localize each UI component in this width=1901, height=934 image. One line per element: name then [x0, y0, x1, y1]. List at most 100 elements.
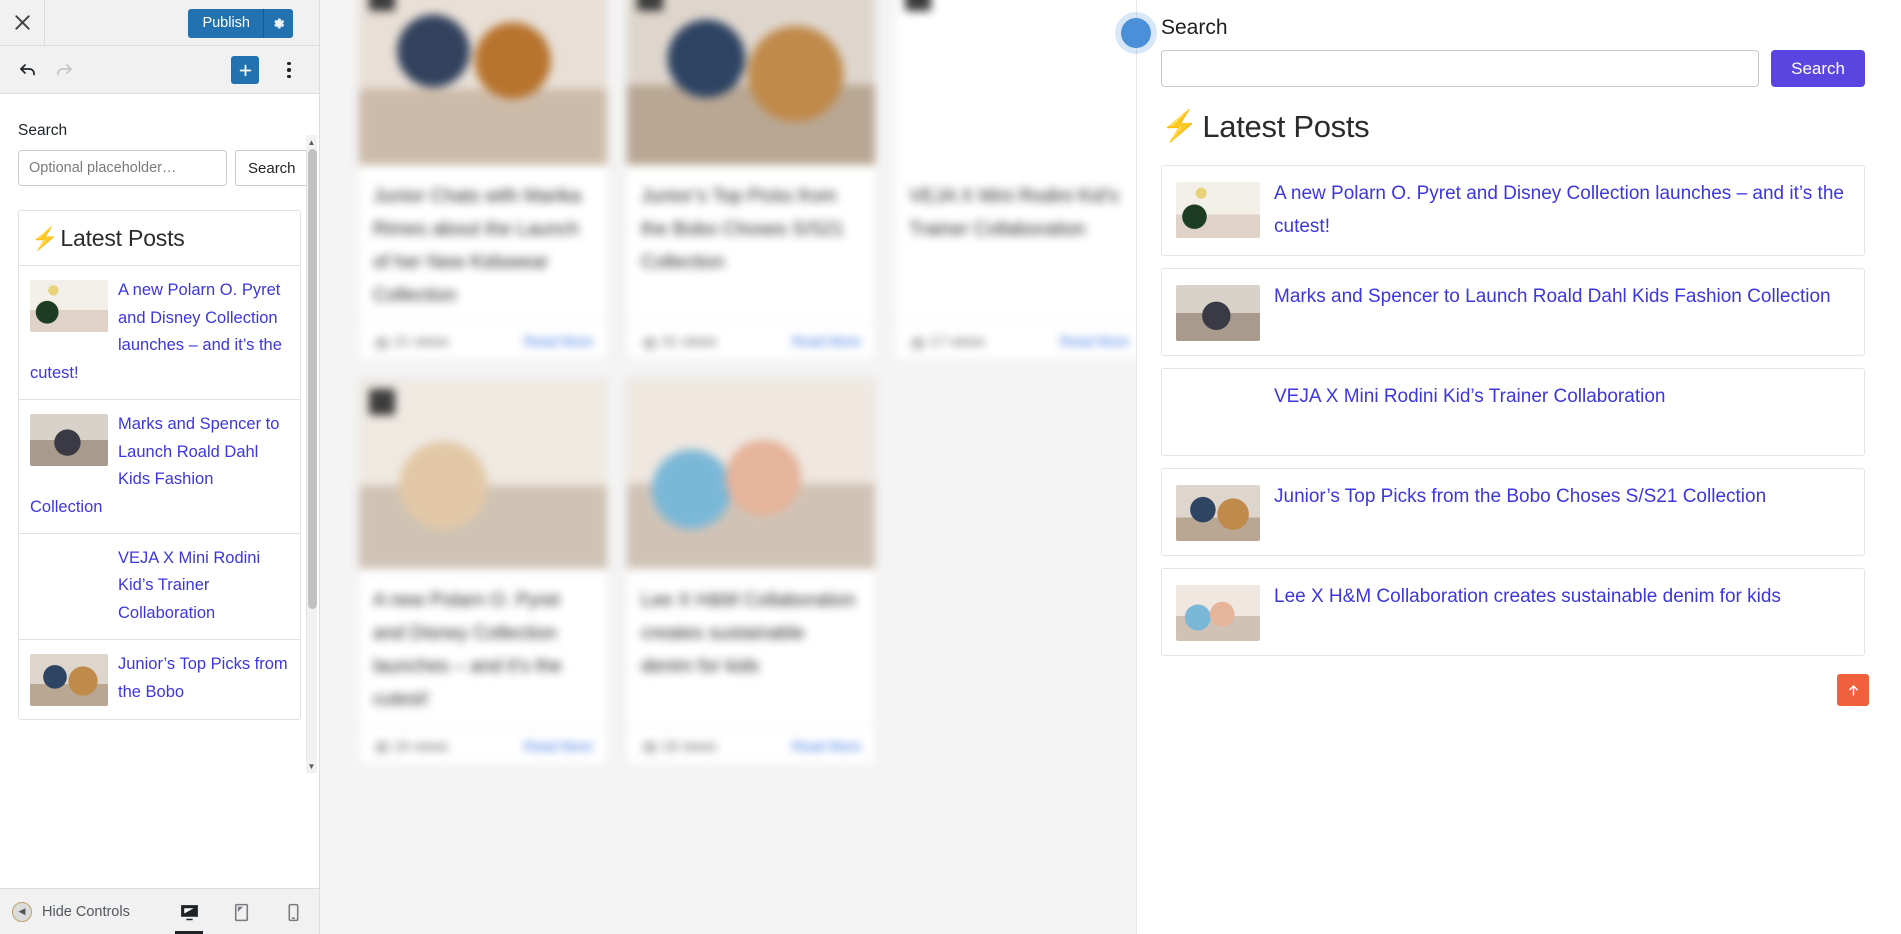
list-item[interactable]: Marks and Spencer to Launch Roald Dahl K…	[19, 400, 300, 534]
post-card-title: VEJA X Mini Rodini Kid’s Trainer Collabo…	[909, 186, 1119, 240]
post-thumbnail	[1176, 385, 1260, 441]
preview-search-input[interactable]	[1161, 50, 1760, 87]
customizer-app: Publish Search Optional placeholder… Sea…	[0, 0, 1901, 934]
search-widget-row: Search	[18, 150, 309, 186]
customizer-footer: ◀ Hide Controls	[0, 888, 319, 934]
post-link[interactable]: Junior’s Top Picks from the Bobo Choses …	[1274, 486, 1766, 507]
post-card-views: 👁 21 views	[373, 333, 449, 352]
list-item[interactable]: Junior’s Top Picks from the Bobo Choses …	[1161, 468, 1865, 557]
views-count: 21 views	[394, 333, 449, 350]
widget-preview-panel: Search Search ⚡ Latest Posts A new Polar…	[1121, 0, 1901, 934]
post-card-footer: 👁 24 views Read More	[359, 726, 607, 764]
post-card-views: 👁 31 views	[641, 333, 716, 352]
latest-posts-title: Latest Posts	[60, 225, 185, 251]
post-card-grid: Junior Chats with Marika Rimes about the…	[358, 0, 1136, 765]
customizer-panel: Publish Search Optional placeholder… Sea…	[0, 0, 320, 934]
device-desktop-button[interactable]	[173, 889, 205, 934]
sidebar-scrollbar-thumb[interactable]	[308, 149, 317, 609]
list-item[interactable]: A new Polarn O. Pyret and Disney Collect…	[1161, 165, 1865, 257]
customizer-toolbar	[0, 46, 319, 94]
post-card-badge	[369, 0, 395, 11]
preview-search-button[interactable]: Search	[1771, 50, 1865, 87]
kebab-menu-icon[interactable]	[277, 57, 301, 83]
list-item[interactable]: Junior’s Top Picks from the Bobo	[19, 640, 300, 719]
latest-posts-header: ⚡ Latest Posts	[19, 211, 300, 266]
gear-icon[interactable]	[263, 9, 293, 38]
list-item[interactable]: VEJA X Mini Rodini Kid’s Trainer Collabo…	[1161, 368, 1865, 457]
publish-button[interactable]: Publish	[188, 9, 263, 38]
post-thumbnail	[30, 548, 108, 600]
preview-latest-posts-list: A new Polarn O. Pyret and Disney Collect…	[1161, 165, 1865, 657]
add-block-button[interactable]	[231, 56, 259, 84]
read-more-link[interactable]: Read More	[524, 738, 593, 754]
post-card-badge	[637, 0, 663, 11]
close-icon[interactable]	[0, 0, 45, 45]
redo-icon[interactable]	[46, 52, 82, 88]
post-link[interactable]: Marks and Spencer to Launch Roald Dahl K…	[1274, 286, 1831, 307]
read-more-link[interactable]: Read More	[792, 333, 861, 349]
read-more-link[interactable]: Read More	[524, 333, 593, 349]
post-card[interactable]: Lee X H&M Collaboration creates sustaina…	[626, 378, 876, 765]
hide-controls-label: Hide Controls	[42, 903, 130, 920]
lightning-bolt-icon: ⚡	[1161, 110, 1199, 143]
post-card-image	[627, 0, 875, 165]
list-item[interactable]: Marks and Spencer to Launch Roald Dahl K…	[1161, 268, 1865, 357]
read-more-link[interactable]: Read More	[1060, 333, 1129, 349]
publish-group: Publish	[188, 9, 293, 38]
read-more-link[interactable]: Read More	[792, 738, 861, 754]
eye-icon: 👁	[373, 335, 391, 352]
scrollbar-up-arrow[interactable]: ▲	[306, 135, 317, 149]
post-card-title: Junior’s Top Picks from the Bobo Choses …	[641, 186, 844, 273]
post-card-views: 👁 24 views	[373, 738, 448, 757]
post-card[interactable]: Junior’s Top Picks from the Bobo Choses …	[626, 0, 876, 361]
eye-icon: 👁	[641, 740, 659, 757]
scroll-to-top-button[interactable]	[1837, 674, 1869, 706]
latest-posts-widget: ⚡ Latest Posts A new Polarn O. Pyret and…	[18, 210, 301, 720]
post-link[interactable]: Lee X H&M Collaboration creates sustaina…	[1274, 586, 1781, 607]
list-item[interactable]: A new Polarn O. Pyret and Disney Collect…	[19, 266, 300, 400]
list-item[interactable]: Lee X H&M Collaboration creates sustaina…	[1161, 568, 1865, 657]
undo-icon[interactable]	[10, 52, 46, 88]
post-card-footer: 👁 17 views Read More	[895, 322, 1136, 359]
post-card-badge	[369, 389, 395, 416]
post-card-footer: 👁 21 views Read More	[359, 322, 607, 359]
post-card[interactable]: Junior Chats with Marika Rimes about the…	[358, 0, 608, 361]
device-mobile-button[interactable]	[277, 889, 309, 934]
post-card-badge	[905, 0, 931, 11]
post-link[interactable]: VEJA X Mini Rodini Kid’s Trainer Collabo…	[118, 549, 260, 622]
preview-search-label: Search	[1161, 16, 1228, 39]
preview-latest-posts-title: Latest Posts	[1202, 109, 1370, 144]
preview-search-row: Search	[1161, 50, 1865, 87]
post-card[interactable]: A new Polarn O. Pyret and Disney Collect…	[358, 378, 608, 765]
post-thumbnail	[30, 413, 108, 466]
post-card-image	[627, 379, 875, 570]
post-link[interactable]: Junior’s Top Picks from the Bobo	[118, 655, 288, 701]
post-link[interactable]: A new Polarn O. Pyret and Disney Collect…	[1274, 183, 1844, 237]
collapse-left-icon: ◀	[12, 901, 32, 922]
widget-editor-scroll-area: Search Search ⚡ Latest Posts A new Polar…	[0, 94, 319, 888]
post-card-image	[359, 0, 607, 165]
post-card[interactable]: VEJA X Mini Rodini Kid’s Trainer Collabo…	[894, 0, 1136, 361]
resize-handle-icon[interactable]	[1121, 18, 1151, 48]
site-preview-grid[interactable]: Junior Chats with Marika Rimes about the…	[320, 0, 1136, 934]
search-widget-label: Search	[18, 122, 68, 139]
post-thumbnail	[1176, 285, 1260, 342]
post-card-views: 👁 17 views	[909, 333, 985, 352]
post-link[interactable]: VEJA X Mini Rodini Kid’s Trainer Collabo…	[1274, 386, 1665, 407]
device-preview-switcher	[173, 889, 309, 934]
post-card-image	[895, 0, 1136, 165]
views-count: 18 views	[662, 737, 717, 754]
eye-icon: 👁	[909, 335, 927, 352]
device-tablet-button[interactable]	[225, 889, 257, 934]
post-card-footer: 👁 31 views Read More	[627, 322, 875, 359]
scrollbar-down-arrow[interactable]: ▼	[306, 759, 317, 773]
preview-latest-posts-header: ⚡ Latest Posts	[1161, 109, 1865, 145]
search-submit-button[interactable]: Search	[235, 150, 309, 186]
hide-controls-button[interactable]: ◀ Hide Controls	[12, 901, 130, 922]
search-input[interactable]	[18, 150, 227, 186]
list-item[interactable]: VEJA X Mini Rodini Kid’s Trainer Collabo…	[19, 534, 300, 640]
views-count: 17 views	[930, 333, 985, 350]
post-card-title: Lee X H&M Collaboration creates sustaina…	[641, 590, 856, 678]
lightning-bolt-icon: ⚡	[31, 225, 59, 251]
sidebar-scrollbar[interactable]	[306, 149, 317, 759]
